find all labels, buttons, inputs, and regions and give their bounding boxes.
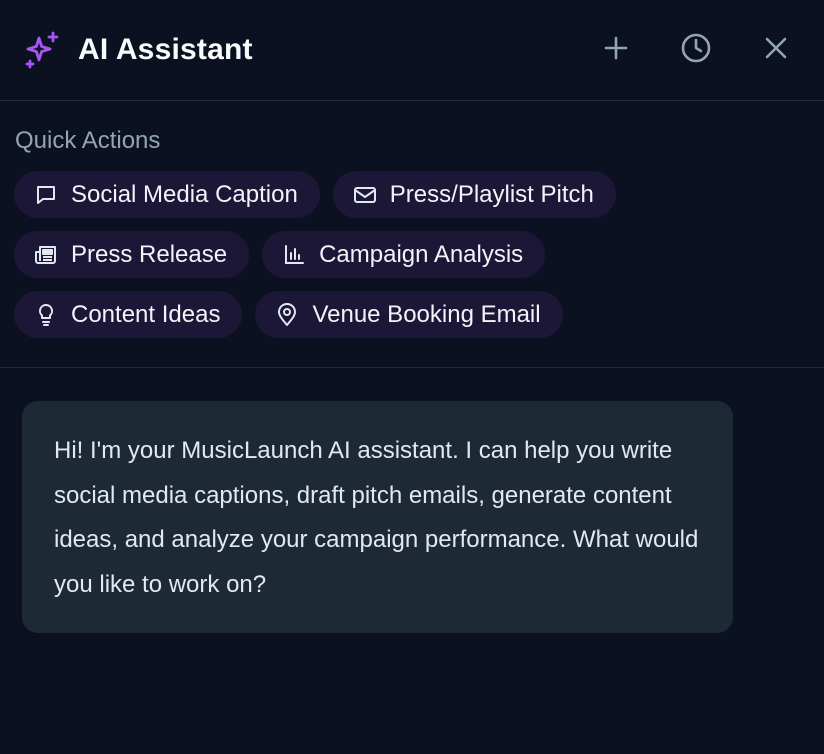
- chip-label: Venue Booking Email: [312, 300, 541, 328]
- close-button[interactable]: [750, 24, 802, 76]
- panel-title: AI Assistant: [78, 33, 253, 66]
- quick-actions-row: Press Release Campaign Analysis: [14, 231, 810, 278]
- chip-label: Social Media Caption: [71, 180, 298, 208]
- quick-actions-row: Content Ideas Venue Booking Email: [14, 291, 810, 338]
- venue-booking-email-chip[interactable]: Venue Booking Email: [255, 291, 563, 338]
- chip-label: Press Release: [71, 240, 228, 268]
- mail-icon: [353, 183, 377, 207]
- bar-chart-icon: [282, 243, 306, 267]
- chip-label: Campaign Analysis: [319, 240, 524, 268]
- campaign-analysis-chip[interactable]: Campaign Analysis: [262, 231, 546, 278]
- map-pin-icon: [275, 302, 299, 327]
- content-ideas-chip[interactable]: Content Ideas: [14, 291, 243, 338]
- press-playlist-pitch-chip[interactable]: Press/Playlist Pitch: [332, 171, 616, 218]
- ai-assistant-panel: AI Assistant Quick Actions Social Media …: [0, 0, 824, 754]
- quick-actions-label: Quick Actions: [15, 127, 161, 154]
- plus-icon: [602, 34, 630, 67]
- close-icon: [763, 35, 789, 66]
- chip-label: Press/Playlist Pitch: [389, 180, 594, 208]
- press-release-chip[interactable]: Press Release: [14, 231, 250, 278]
- social-media-caption-chip[interactable]: Social Media Caption: [14, 171, 320, 218]
- newspaper-icon: [34, 243, 58, 267]
- chip-label: Content Ideas: [71, 300, 221, 328]
- message-square-icon: [34, 183, 58, 207]
- clock-icon: [680, 32, 712, 69]
- chat-messages: Hi! I'm your MusicLaunch AI assistant. I…: [0, 368, 824, 666]
- quick-actions-section: Quick Actions Social Media Caption Press…: [0, 101, 824, 368]
- header-actions: [590, 24, 802, 76]
- quick-actions-row: Social Media Caption Press/Playlist Pitc…: [14, 171, 810, 218]
- new-chat-button[interactable]: [590, 24, 642, 76]
- lightbulb-icon: [34, 303, 58, 327]
- sparkles-icon: [22, 30, 62, 70]
- assistant-message: Hi! I'm your MusicLaunch AI assistant. I…: [22, 401, 733, 634]
- panel-header: AI Assistant: [0, 0, 824, 101]
- history-button[interactable]: [670, 24, 722, 76]
